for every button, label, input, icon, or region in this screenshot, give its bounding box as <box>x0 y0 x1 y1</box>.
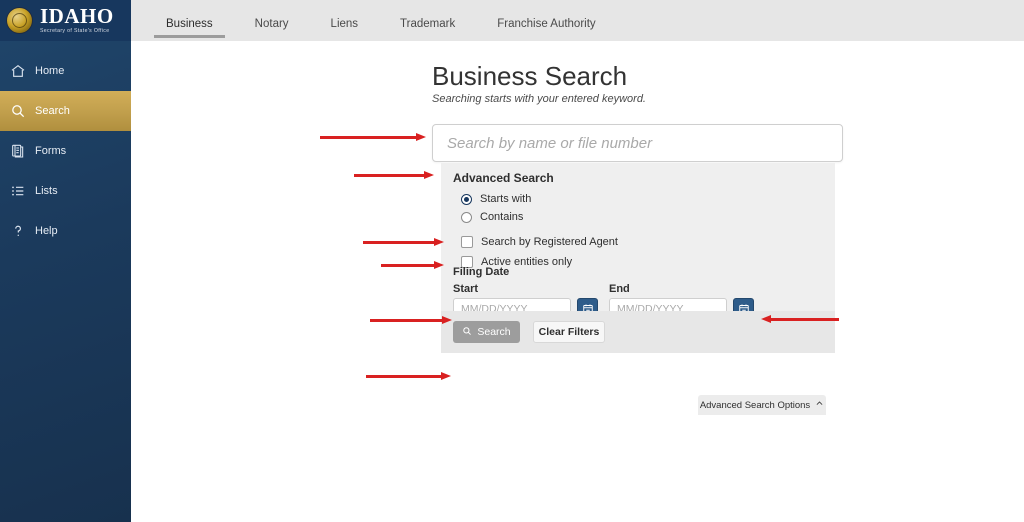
radio-starts-with-control[interactable] <box>461 193 472 205</box>
logo-subtitle: Secretary of State's Office <box>40 28 110 35</box>
sidebar-item-lists[interactable]: Lists <box>0 171 131 211</box>
primary-nav: Business Notary Liens Trademark Franchis… <box>145 0 617 41</box>
sidebar-item-label-lists: Lists <box>35 185 58 197</box>
sidebar-item-label-search: Search <box>35 105 70 117</box>
sidebar-item-home[interactable]: Home <box>0 51 131 91</box>
search-button[interactable]: Search <box>453 321 520 343</box>
main-content: Business Search Searching starts with yo… <box>131 41 1024 522</box>
forms-icon <box>9 143 26 160</box>
help-icon <box>9 223 26 240</box>
home-icon <box>9 63 26 80</box>
logo-text: IDAHO Secretary of State's Office <box>40 6 114 34</box>
start-date-label: Start <box>453 283 479 295</box>
idaho-state-seal-icon <box>6 7 33 34</box>
sidebar-item-search[interactable]: Search <box>0 91 141 131</box>
search-input-wrapper <box>432 124 843 162</box>
sidebar-item-help[interactable]: Help <box>0 211 131 251</box>
site-logo[interactable]: IDAHO Secretary of State's Office <box>0 0 131 41</box>
sidebar-item-label-home: Home <box>35 65 65 77</box>
radio-contains-control[interactable] <box>461 211 472 223</box>
tab-liens[interactable]: Liens <box>310 0 380 41</box>
registered-agent-checkbox-control[interactable] <box>461 236 473 248</box>
page-subtitle: Searching starts with your entered keywo… <box>432 93 646 105</box>
advanced-search-options-label: Advanced Search Options <box>699 399 811 411</box>
chevron-up-icon <box>815 399 824 411</box>
annotation-arrow-start-date <box>370 316 452 325</box>
registered-agent-checkbox[interactable]: Search by Registered Agent <box>461 236 618 248</box>
sidebar-item-label-help: Help <box>35 225 58 237</box>
search-icon <box>9 103 26 120</box>
annotation-arrow-search-input <box>320 133 426 142</box>
radio-contains-label: Contains <box>480 211 524 223</box>
annotation-arrow-active-entities <box>381 261 444 270</box>
search-button-icon <box>462 326 472 339</box>
radio-starts-with[interactable]: Starts with <box>461 193 531 205</box>
page-root: IDAHO Secretary of State's Office Busine… <box>0 0 1024 522</box>
radio-contains[interactable]: Contains <box>461 211 523 223</box>
tab-trademark[interactable]: Trademark <box>379 0 476 41</box>
advanced-search-options-toggle[interactable]: Advanced Search Options <box>698 395 826 415</box>
clear-filters-button[interactable]: Clear Filters <box>533 321 605 343</box>
tab-notary[interactable]: Notary <box>234 0 310 41</box>
radio-starts-with-label: Starts with <box>480 193 532 205</box>
filing-date-group-label: Filing Date <box>453 266 510 278</box>
advanced-search-panel: Advanced Search Starts with Contains Sea… <box>441 163 835 320</box>
annotation-arrow-search-button <box>366 372 451 381</box>
advanced-search-title: Advanced Search <box>453 171 554 185</box>
registered-agent-checkbox-label: Search by Registered Agent <box>481 236 618 248</box>
logo-title: IDAHO <box>40 4 114 29</box>
sidebar-item-label-forms: Forms <box>35 145 67 157</box>
page-title: Business Search <box>432 61 628 91</box>
top-header: IDAHO Secretary of State's Office Busine… <box>0 0 1024 41</box>
annotation-arrow-advanced-search <box>354 171 434 180</box>
tab-business[interactable]: Business <box>145 0 234 41</box>
tab-franchise-authority[interactable]: Franchise Authority <box>476 0 616 41</box>
sidebar-nav: Home Search Forms Lists Help <box>0 41 141 522</box>
lists-icon <box>9 183 26 200</box>
search-button-label: Search <box>477 326 511 338</box>
sidebar-item-forms[interactable]: Forms <box>0 131 131 171</box>
clear-filters-label: Clear Filters <box>538 326 600 338</box>
annotation-arrow-end-date-calendar <box>761 315 839 324</box>
annotation-arrow-registered-agent <box>363 238 444 247</box>
end-date-label: End <box>609 283 630 295</box>
search-input[interactable] <box>432 124 843 162</box>
